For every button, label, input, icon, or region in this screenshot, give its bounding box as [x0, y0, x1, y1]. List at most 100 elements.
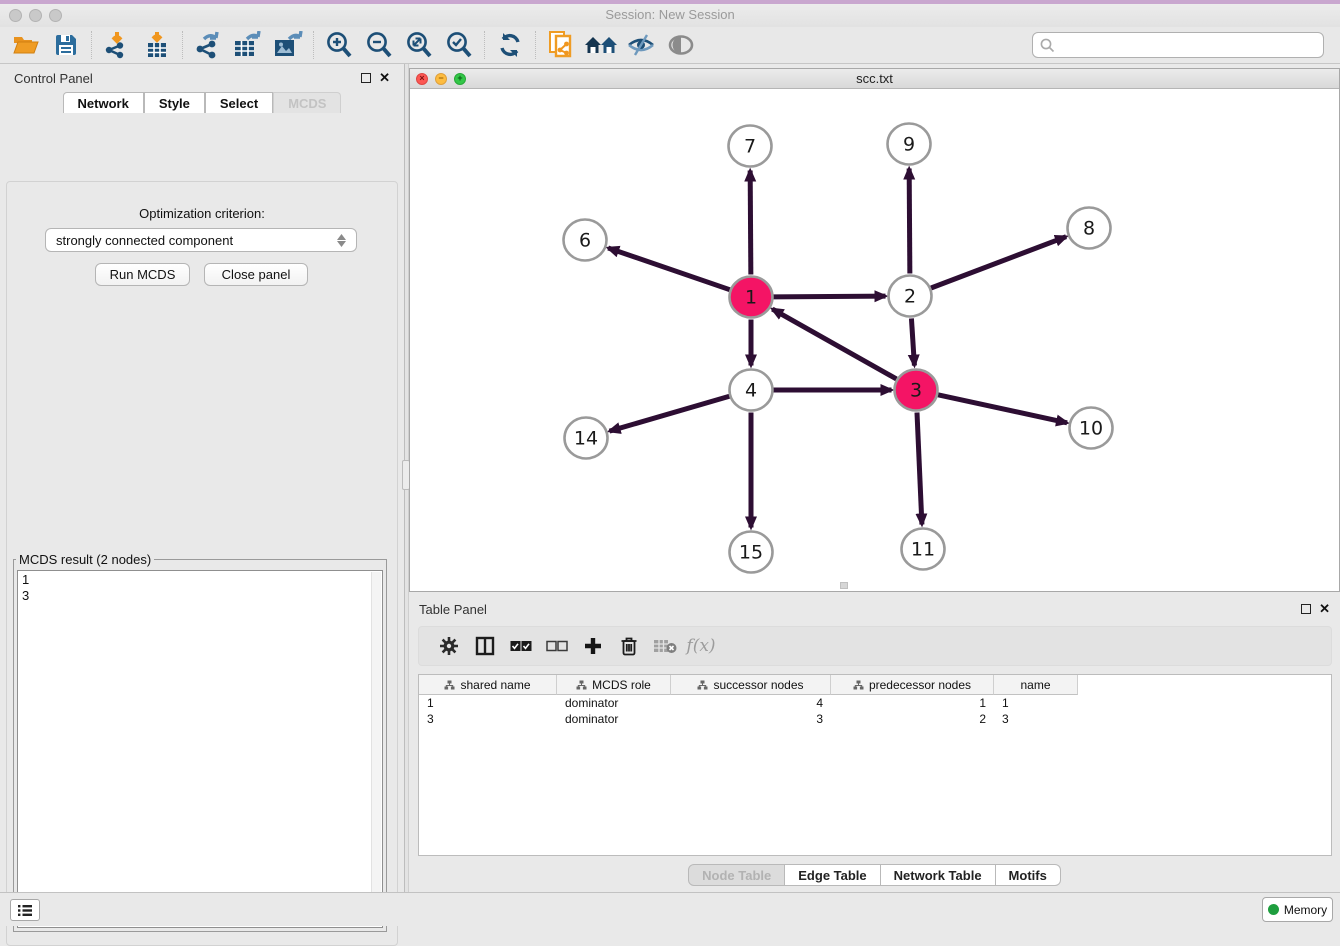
delete-table-button	[647, 630, 683, 662]
tab-motifs[interactable]: Motifs	[996, 864, 1061, 886]
task-manager-button[interactable]	[10, 899, 40, 921]
delete-column-button[interactable]	[611, 630, 647, 662]
open-folder-icon	[12, 33, 40, 57]
graph-edge-2-9[interactable]	[909, 168, 910, 273]
add-column-button[interactable]	[575, 630, 611, 662]
zoom-selected-button[interactable]	[439, 29, 479, 61]
export-table-button[interactable]	[228, 29, 268, 61]
graph-edge-4-14[interactable]	[610, 396, 730, 431]
table-cell[interactable]: 3	[671, 711, 831, 727]
refresh-view-button[interactable]	[490, 29, 530, 61]
table-cell[interactable]: 2	[831, 711, 994, 727]
table-settings-button[interactable]	[431, 630, 467, 662]
table-row[interactable]: 3dominator323	[419, 711, 1331, 727]
column-header-MCDS-role[interactable]: MCDS role	[557, 675, 671, 695]
clone-network-button[interactable]	[541, 29, 581, 61]
tab-mcds[interactable]: MCDS	[273, 92, 341, 113]
import-network-button[interactable]	[97, 29, 137, 61]
close-table-panel-icon[interactable]: ✕	[1319, 604, 1330, 614]
zoom-in-button[interactable]	[319, 29, 359, 61]
mcds-result-list[interactable]: 1 3	[17, 570, 383, 928]
table-cell[interactable]: dominator	[557, 711, 671, 727]
table-cell[interactable]: 1	[994, 695, 1078, 711]
show-panels-button[interactable]	[661, 29, 701, 61]
column-header-successor-nodes[interactable]: successor nodes	[671, 675, 831, 695]
zoom-fit-button[interactable]	[399, 29, 439, 61]
network-canvas[interactable]: 7 9 6 8 1 2 4 3 14 10 15 11	[410, 89, 1339, 591]
graph-edge-2-3[interactable]	[911, 318, 914, 365]
table-cell[interactable]: 1	[831, 695, 994, 711]
result-scrollbar[interactable]	[371, 572, 381, 926]
tab-node-table[interactable]: Node Table	[688, 864, 785, 886]
column-header-shared-name[interactable]: shared name	[419, 675, 557, 695]
close-panel-button[interactable]: Close panel	[204, 263, 308, 286]
open-file-button[interactable]	[6, 29, 46, 61]
graph-edge-3-10[interactable]	[938, 395, 1067, 423]
hide-panels-button[interactable]	[621, 29, 661, 61]
session-title: Session: New Session	[0, 4, 1340, 26]
graph-node-8[interactable]: 8	[1068, 208, 1111, 249]
graph-node-11[interactable]: 11	[902, 529, 945, 570]
zoom-window-button[interactable]	[49, 9, 62, 22]
graph-edge-2-8[interactable]	[931, 237, 1066, 288]
graph-edge-1-6[interactable]	[608, 248, 730, 290]
graph-node-14[interactable]: 14	[565, 418, 608, 459]
table-cell[interactable]: dominator	[557, 695, 671, 711]
graph-node-label: 11	[911, 539, 935, 561]
column-header-name[interactable]: name	[994, 675, 1078, 695]
table-cell[interactable]: 3	[419, 711, 557, 727]
graph-node-10[interactable]: 10	[1070, 408, 1113, 449]
zoom-out-button[interactable]	[359, 29, 399, 61]
select-all-button[interactable]	[503, 630, 539, 662]
save-session-button[interactable]	[46, 29, 86, 61]
graph-node-9[interactable]: 9	[888, 124, 931, 165]
graph-edge-3-11[interactable]	[917, 412, 922, 524]
graph-node-6[interactable]: 6	[564, 220, 607, 261]
columns-icon	[475, 636, 495, 656]
network-graph: 7 9 6 8 1 2 4 3 14 10 15 11	[410, 89, 1339, 591]
search-icon	[1040, 38, 1055, 53]
table-cell[interactable]: 3	[994, 711, 1078, 727]
graph-edge-3-1[interactable]	[772, 309, 896, 379]
graph-node-3[interactable]: 3	[895, 370, 938, 411]
close-panel-icon[interactable]: ✕	[379, 73, 390, 83]
graph-node-4[interactable]: 4	[730, 370, 773, 411]
minimize-window-button[interactable]	[29, 9, 42, 22]
canvas-scroll-handle[interactable]	[840, 582, 848, 589]
graph-edge-1-7[interactable]	[750, 170, 751, 274]
close-window-button[interactable]	[9, 9, 22, 22]
import-table-button[interactable]	[137, 29, 177, 61]
table-cell[interactable]: 4	[671, 695, 831, 711]
column-header-predecessor-nodes[interactable]: predecessor nodes	[831, 675, 994, 695]
tab-edge-table[interactable]: Edge Table	[785, 864, 880, 886]
memory-button[interactable]: Memory	[1262, 897, 1333, 922]
toggle-columns-button[interactable]	[467, 630, 503, 662]
export-network-button[interactable]	[188, 29, 228, 61]
control-panel: Control Panel ✕ Network Style Select MCD…	[0, 64, 404, 892]
graph-node-1[interactable]: 1	[730, 277, 773, 318]
tab-select[interactable]: Select	[205, 92, 273, 113]
node-table[interactable]: shared name MCDS rolesuccessor nodesprede…	[418, 674, 1332, 856]
table-cell[interactable]: 1	[419, 695, 557, 711]
tab-style[interactable]: Style	[144, 92, 205, 113]
column-header-label: shared name	[460, 678, 530, 692]
graph-edge-1-2[interactable]	[773, 296, 885, 297]
home-layout-button[interactable]	[581, 29, 621, 61]
tab-network[interactable]: Network	[63, 92, 144, 113]
memory-status-icon	[1268, 904, 1279, 915]
run-mcds-button[interactable]: Run MCDS	[95, 263, 190, 286]
table-row[interactable]: 1dominator411	[419, 695, 1331, 711]
deselect-all-button[interactable]	[539, 630, 575, 662]
export-image-button[interactable]	[268, 29, 308, 61]
search-box[interactable]	[1032, 32, 1324, 58]
float-table-panel-icon[interactable]	[1301, 604, 1311, 614]
graph-node-2[interactable]: 2	[889, 276, 932, 317]
optimization-criterion-label: Optimization criterion:	[7, 206, 397, 221]
tab-network-table[interactable]: Network Table	[881, 864, 996, 886]
float-panel-icon[interactable]	[361, 73, 371, 83]
graph-node-7[interactable]: 7	[729, 126, 772, 167]
search-input[interactable]	[1060, 38, 1316, 53]
criterion-dropdown[interactable]: strongly connected component	[45, 228, 357, 252]
mcds-result-line: 3	[22, 588, 378, 604]
graph-node-15[interactable]: 15	[730, 532, 773, 573]
